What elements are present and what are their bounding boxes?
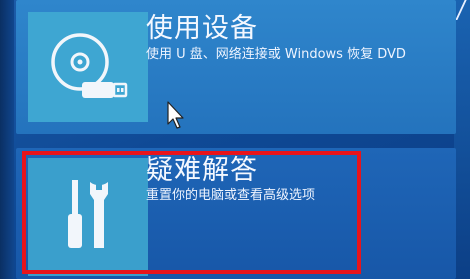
- mouse-pointer-icon: [167, 101, 184, 129]
- red-highlight-box: [22, 151, 361, 274]
- use-device-tile[interactable]: 使用设备 使用 U 盘、网络连接或 Windows 恢复 DVD: [16, 0, 456, 134]
- disc-usb-icon: [51, 33, 128, 98]
- tile-edge-highlight: [455, 0, 467, 20]
- use-device-icon-box: [28, 12, 148, 122]
- use-device-title: 使用设备: [146, 13, 258, 44]
- next-tile-edge: [454, 0, 470, 279]
- use-device-description: 使用 U 盘、网络连接或 Windows 恢复 DVD: [146, 47, 406, 62]
- recovery-options-screen: 使用设备 使用 U 盘、网络连接或 Windows 恢复 DVD 疑难解答 重置…: [0, 0, 470, 279]
- monitor-bezel: [0, 0, 14, 279]
